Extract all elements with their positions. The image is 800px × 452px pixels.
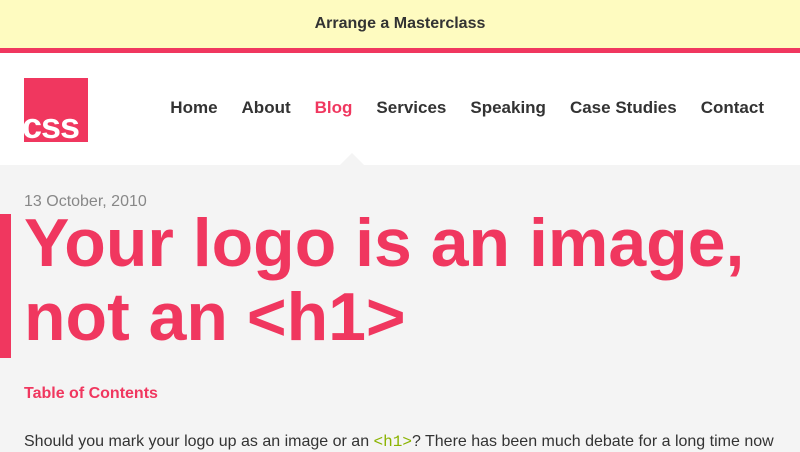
nav-item-case-studies[interactable]: Case Studies bbox=[570, 98, 677, 118]
site-header: css Home About Blog Services Speaking Ca… bbox=[0, 53, 800, 165]
nav-item-blog[interactable]: Blog bbox=[315, 98, 353, 118]
logo-text: css bbox=[24, 105, 80, 143]
active-nav-pointer bbox=[340, 153, 364, 165]
table-of-contents-link[interactable]: Table of Contents bbox=[24, 384, 158, 404]
site-logo[interactable]: css bbox=[24, 78, 88, 142]
title-accent-bar bbox=[0, 214, 11, 358]
intro-text-before: Should you mark your logo up as an image… bbox=[24, 433, 374, 450]
intro-text-after: ? There has been much debate for a long … bbox=[411, 433, 774, 450]
main-navigation: Home About Blog Services Speaking Case S… bbox=[146, 98, 764, 118]
nav-item-speaking[interactable]: Speaking bbox=[470, 98, 546, 118]
promo-banner: Arrange a Masterclass bbox=[0, 0, 800, 48]
nav-item-contact[interactable]: Contact bbox=[701, 98, 764, 118]
nav-item-about[interactable]: About bbox=[242, 98, 291, 118]
nav-item-services[interactable]: Services bbox=[376, 98, 446, 118]
nav-item-home[interactable]: Home bbox=[170, 98, 217, 118]
post-title: Your logo is an image, not an <h1> bbox=[24, 205, 745, 355]
intro-inline-code: <h1> bbox=[373, 433, 412, 451]
arrange-masterclass-link[interactable]: Arrange a Masterclass bbox=[315, 15, 486, 33]
post-intro: Should you mark your logo up as an image… bbox=[24, 432, 800, 452]
